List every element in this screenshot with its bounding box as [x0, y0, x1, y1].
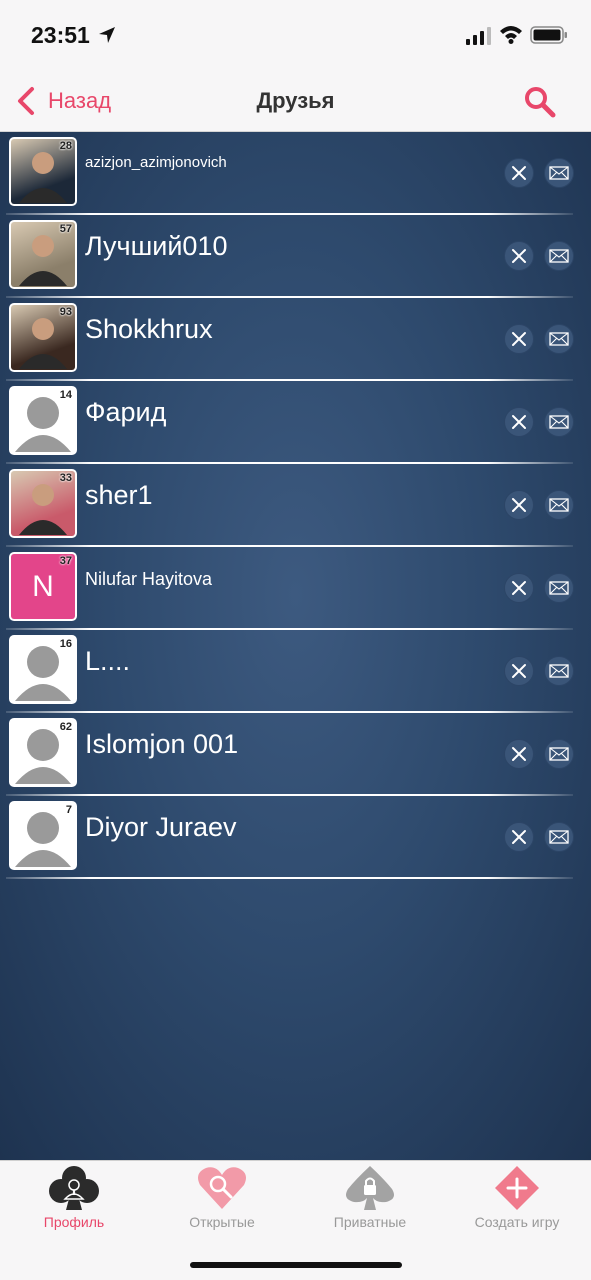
- envelope-icon: [549, 830, 569, 844]
- navigation-bar: Назад Друзья: [0, 70, 591, 132]
- message-friend-button[interactable]: [544, 739, 574, 769]
- status-bar: 23:51: [0, 0, 591, 70]
- diamond-plus-icon: [495, 1166, 539, 1210]
- message-friend-button[interactable]: [544, 241, 574, 271]
- row-divider: [6, 877, 573, 879]
- close-icon: [512, 747, 526, 761]
- heart-search-icon: [198, 1167, 246, 1209]
- message-friend-button[interactable]: [544, 490, 574, 520]
- close-icon: [512, 249, 526, 263]
- avatar[interactable]: 93: [9, 303, 77, 372]
- avatar[interactable]: 57: [9, 220, 77, 289]
- close-icon: [512, 830, 526, 844]
- friend-name: Nilufar Hayitova: [85, 569, 213, 589]
- avatar[interactable]: 16: [9, 635, 77, 704]
- envelope-icon: [549, 581, 569, 595]
- level-badge: 93: [59, 306, 72, 318]
- friend-row[interactable]: 57 Лучший010: [0, 215, 591, 298]
- friend-name: Фарид: [85, 397, 167, 427]
- envelope-icon: [549, 415, 569, 429]
- tab-label: Профиль: [43, 1214, 105, 1230]
- back-button[interactable]: Назад: [14, 84, 111, 118]
- friend-row[interactable]: 28 azizjon_azimjonovich: [0, 132, 591, 215]
- friend-name: azizjon_azimjonovich: [85, 154, 227, 171]
- cellular-signal-icon: [466, 27, 491, 45]
- friend-name: Diyor Juraev: [85, 812, 237, 842]
- remove-friend-button[interactable]: [504, 158, 534, 188]
- level-badge: 62: [59, 721, 72, 733]
- friend-name: Лучший010: [85, 231, 228, 261]
- friend-row[interactable]: 62 Islomjon 001: [0, 713, 591, 796]
- remove-friend-button[interactable]: [504, 822, 534, 852]
- message-friend-button[interactable]: [544, 324, 574, 354]
- message-friend-button[interactable]: [544, 822, 574, 852]
- envelope-icon: [549, 498, 569, 512]
- avatar[interactable]: 62: [9, 718, 77, 787]
- close-icon: [512, 664, 526, 678]
- message-friend-button[interactable]: [544, 158, 574, 188]
- message-friend-button[interactable]: [544, 656, 574, 686]
- level-badge: 14: [59, 389, 72, 401]
- message-friend-button[interactable]: [544, 407, 574, 437]
- friend-row[interactable]: 7 Diyor Juraev: [0, 796, 591, 879]
- tab-label: Приватные: [333, 1214, 407, 1230]
- remove-friend-button[interactable]: [504, 324, 534, 354]
- level-badge: 33: [59, 472, 72, 484]
- friend-row[interactable]: 93 Shokkhrux: [0, 298, 591, 381]
- friend-row[interactable]: 16 L....: [0, 630, 591, 713]
- tab-create-game[interactable]: Создать игру: [443, 1161, 591, 1241]
- remove-friend-button[interactable]: [504, 241, 534, 271]
- level-badge: 7: [65, 804, 72, 816]
- tab-label: Создать игру: [474, 1214, 560, 1230]
- chevron-left-icon: [18, 87, 34, 115]
- level-badge: 16: [59, 638, 72, 650]
- friend-name: Islomjon 001: [85, 729, 239, 759]
- friend-row[interactable]: 33 sher1: [0, 464, 591, 547]
- envelope-icon: [549, 664, 569, 678]
- envelope-icon: [549, 747, 569, 761]
- friends-list[interactable]: 28 azizjon_azimjonovich 57 Лучший010 93 Shokk…: [0, 132, 591, 1160]
- avatar[interactable]: 28: [9, 137, 77, 206]
- remove-friend-button[interactable]: [504, 407, 534, 437]
- avatar[interactable]: 14: [9, 386, 77, 455]
- level-badge: 37: [59, 555, 72, 567]
- location-arrow-icon: [99, 27, 115, 43]
- remove-friend-button[interactable]: [504, 739, 534, 769]
- status-time: 23:51: [31, 22, 90, 48]
- close-icon: [512, 498, 526, 512]
- tab-open-games[interactable]: Открытые: [148, 1161, 296, 1241]
- close-icon: [512, 581, 526, 595]
- home-indicator: [190, 1262, 402, 1268]
- message-friend-button[interactable]: [544, 573, 574, 603]
- battery-icon: [530, 26, 567, 44]
- level-badge: 57: [59, 223, 72, 235]
- close-icon: [512, 415, 526, 429]
- friend-name: L....: [85, 646, 131, 676]
- avatar[interactable]: N 37: [9, 552, 77, 621]
- envelope-icon: [549, 249, 569, 263]
- friend-row[interactable]: 14 Фарид: [0, 381, 591, 464]
- envelope-icon: [549, 166, 569, 180]
- remove-friend-button[interactable]: [504, 656, 534, 686]
- spade-lock-icon: [346, 1166, 394, 1210]
- wifi-icon: [500, 26, 522, 44]
- level-badge: 28: [59, 140, 72, 152]
- search-icon[interactable]: [522, 84, 558, 120]
- tab-label: Открытые: [189, 1214, 255, 1230]
- close-icon: [512, 332, 526, 346]
- tab-private-games[interactable]: Приватные: [296, 1161, 444, 1241]
- friend-name: sher1: [85, 480, 153, 510]
- friend-name: Shokkhrux: [85, 314, 213, 344]
- remove-friend-button[interactable]: [504, 490, 534, 520]
- tab-profile[interactable]: Профиль: [0, 1161, 148, 1241]
- back-label: Назад: [48, 88, 112, 113]
- avatar[interactable]: 7: [9, 801, 77, 870]
- friend-row[interactable]: N 37 Nilufar Hayitova: [0, 547, 591, 630]
- close-icon: [512, 166, 526, 180]
- club-profile-icon: [49, 1166, 99, 1210]
- avatar[interactable]: 33: [9, 469, 77, 538]
- envelope-icon: [549, 332, 569, 346]
- remove-friend-button[interactable]: [504, 573, 534, 603]
